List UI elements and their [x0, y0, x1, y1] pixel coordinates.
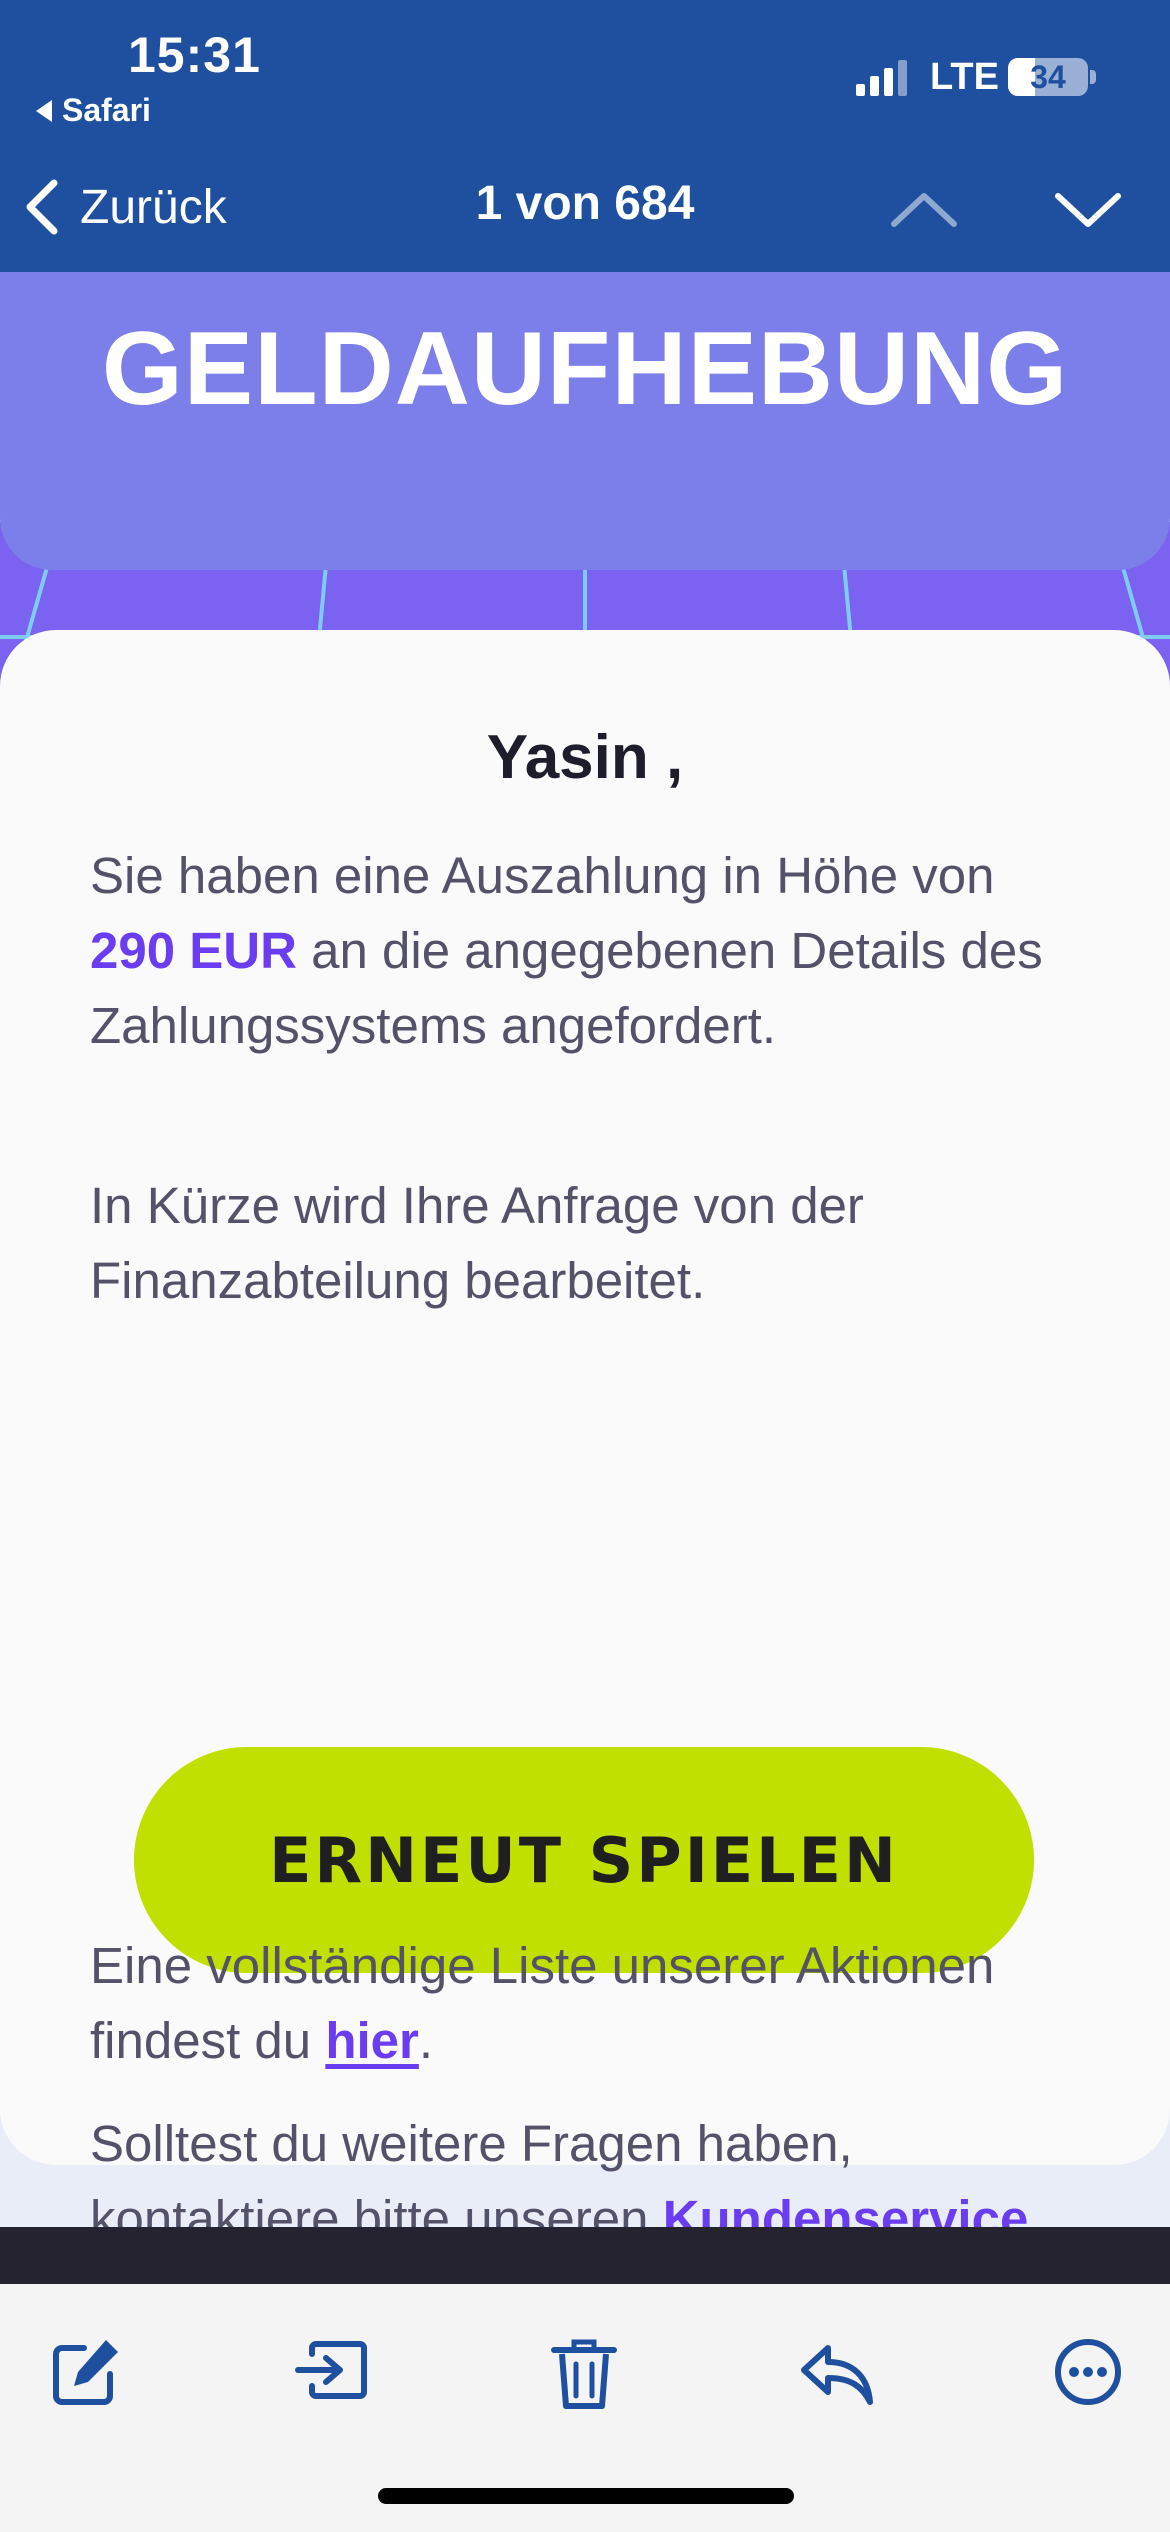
- support-paragraph: Solltest du weitere Fragen haben, kontak…: [90, 2106, 1090, 2227]
- trash-icon[interactable]: [542, 2330, 626, 2414]
- back-button-label: Zurück: [80, 180, 227, 234]
- processing-paragraph: In Kürze wird Ihre Anfrage von der Finan…: [90, 1177, 864, 1309]
- battery-cap: [1090, 70, 1096, 84]
- promotions-text: Eine vollständige Liste unserer Aktionen…: [90, 1937, 995, 2069]
- withdrawal-amount: 290 EUR: [90, 922, 297, 979]
- reply-icon[interactable]: [794, 2330, 878, 2414]
- hero-banner: GELDAUFHEBUNG: [0, 272, 1170, 570]
- cellular-signal-icon: [856, 60, 907, 96]
- top-bar: 15:31 Safari LTE 34 Zurück 1 von 684: [0, 0, 1170, 272]
- back-app-label: Safari: [62, 92, 151, 128]
- chevron-up-icon[interactable]: [888, 180, 960, 240]
- hero-title: GELDAUFHEBUNG: [101, 311, 1069, 427]
- promotions-link[interactable]: hier: [325, 2012, 419, 2069]
- email-body: GELDAUFHEBUNG Yasin , Sie haben eine Aus…: [0, 272, 1170, 2227]
- back-triangle-icon: [36, 99, 52, 122]
- battery-icon: 34: [1008, 58, 1088, 96]
- status-time: 15:31: [128, 27, 261, 83]
- home-indicator[interactable]: [378, 2488, 794, 2504]
- chevron-left-icon: [26, 179, 58, 235]
- chevron-down-icon[interactable]: [1052, 180, 1124, 240]
- network-type: LTE: [930, 56, 999, 98]
- promotions-period: .: [418, 2012, 434, 2069]
- compose-icon[interactable]: [44, 2330, 128, 2414]
- withdrawal-paragraph: Sie haben eine Auszahlung in Höhe von 29…: [90, 838, 1090, 1063]
- mail-screen: 15:31 Safari LTE 34 Zurück 1 von 684 GEL…: [0, 0, 1170, 2532]
- promotions-paragraph: Eine vollständige Liste unserer Aktionen…: [90, 1928, 1090, 2078]
- move-to-folder-icon[interactable]: [290, 2330, 374, 2414]
- battery-percentage: 34: [1030, 59, 1066, 95]
- message-card: Yasin , Sie haben eine Auszahlung in Höh…: [0, 630, 1170, 2227]
- back-button[interactable]: Zurück: [22, 172, 227, 242]
- back-to-app-button[interactable]: Safari: [36, 92, 151, 129]
- more-icon[interactable]: [1046, 2330, 1130, 2414]
- email-footer-band: [0, 2227, 1170, 2284]
- greeting: Yasin ,: [486, 723, 684, 792]
- withdrawal-text-start: Sie haben eine Auszahlung in Höhe von: [90, 847, 995, 904]
- play-again-label: ERNEUT SPIELEN: [269, 1823, 899, 1897]
